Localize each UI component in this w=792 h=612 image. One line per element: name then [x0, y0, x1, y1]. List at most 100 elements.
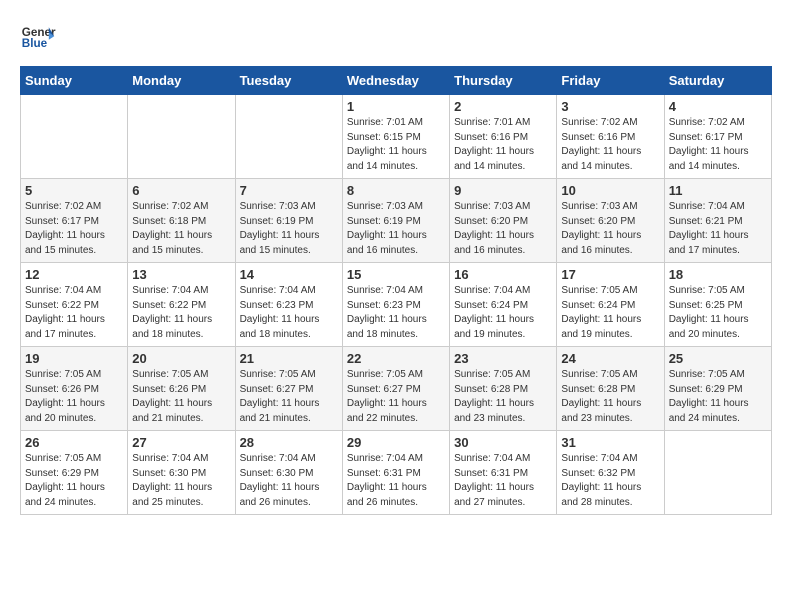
day-info: Sunrise: 7:04 AM Sunset: 6:21 PM Dayligh… — [669, 200, 767, 258]
day-number: 22 — [347, 351, 445, 366]
calendar-cell: 5 Sunrise: 7:02 AM Sunset: 6:17 PM Daylig… — [21, 179, 128, 263]
weekday-header: Wednesday — [342, 67, 449, 95]
day-number: 20 — [132, 351, 230, 366]
day-info: Sunrise: 7:03 AM Sunset: 6:20 PM Dayligh… — [454, 200, 552, 258]
calendar-cell: 8 Sunrise: 7:03 AM Sunset: 6:19 PM Daylig… — [342, 179, 449, 263]
calendar-cell: 25 Sunrise: 7:05 AM Sunset: 6:29 PM Dayli… — [664, 347, 771, 431]
calendar-cell: 10 Sunrise: 7:03 AM Sunset: 6:20 PM Dayli… — [557, 179, 664, 263]
day-number: 10 — [561, 183, 659, 198]
day-info: Sunrise: 7:01 AM Sunset: 6:16 PM Dayligh… — [454, 116, 552, 174]
day-number: 4 — [669, 99, 767, 114]
calendar-cell: 28 Sunrise: 7:04 AM Sunset: 6:30 PM Dayli… — [235, 431, 342, 515]
calendar-cell: 12 Sunrise: 7:04 AM Sunset: 6:22 PM Dayli… — [21, 263, 128, 347]
day-number: 18 — [669, 267, 767, 282]
calendar-cell: 3Sunrise: 7:02 AM Sunset: 6:16 PM Daylig… — [557, 95, 664, 179]
day-number: 8 — [347, 183, 445, 198]
day-info: Sunrise: 7:05 AM Sunset: 6:27 PM Dayligh… — [240, 368, 338, 426]
day-info: Sunrise: 7:01 AM Sunset: 6:15 PM Dayligh… — [347, 116, 445, 174]
day-info: Sunrise: 7:05 AM Sunset: 6:28 PM Dayligh… — [454, 368, 552, 426]
day-number: 15 — [347, 267, 445, 282]
weekday-header: Tuesday — [235, 67, 342, 95]
calendar-cell — [235, 95, 342, 179]
calendar-cell: 19 Sunrise: 7:05 AM Sunset: 6:26 PM Dayli… — [21, 347, 128, 431]
calendar-cell — [664, 431, 771, 515]
day-info: Sunrise: 7:04 AM Sunset: 6:22 PM Dayligh… — [132, 284, 230, 342]
day-number: 5 — [25, 183, 123, 198]
day-info: Sunrise: 7:04 AM Sunset: 6:31 PM Dayligh… — [454, 452, 552, 510]
day-number: 7 — [240, 183, 338, 198]
calendar-cell: 27 Sunrise: 7:04 AM Sunset: 6:30 PM Dayli… — [128, 431, 235, 515]
calendar-cell: 16 Sunrise: 7:04 AM Sunset: 6:24 PM Dayli… — [450, 263, 557, 347]
day-number: 2 — [454, 99, 552, 114]
day-info: Sunrise: 7:05 AM Sunset: 6:26 PM Dayligh… — [25, 368, 123, 426]
day-number: 21 — [240, 351, 338, 366]
calendar-week-row: 1 Sunrise: 7:01 AM Sunset: 6:15 PM Daylig… — [21, 95, 772, 179]
day-number: 13 — [132, 267, 230, 282]
calendar-cell: 14Sunrise: 7:04 AM Sunset: 6:23 PM Dayli… — [235, 263, 342, 347]
calendar-cell: 31Sunrise: 7:04 AM Sunset: 6:32 PM Dayli… — [557, 431, 664, 515]
calendar-cell: 2 Sunrise: 7:01 AM Sunset: 6:16 PM Daylig… — [450, 95, 557, 179]
day-info: Sunrise: 7:05 AM Sunset: 6:26 PM Dayligh… — [132, 368, 230, 426]
day-number: 12 — [25, 267, 123, 282]
calendar-cell: 1 Sunrise: 7:01 AM Sunset: 6:15 PM Daylig… — [342, 95, 449, 179]
calendar-cell: 29 Sunrise: 7:04 AM Sunset: 6:31 PM Dayli… — [342, 431, 449, 515]
day-number: 26 — [25, 435, 123, 450]
day-number: 27 — [132, 435, 230, 450]
day-info: Sunrise: 7:05 AM Sunset: 6:25 PM Dayligh… — [669, 284, 767, 342]
day-info: Sunrise: 7:04 AM Sunset: 6:30 PM Dayligh… — [240, 452, 338, 510]
day-info: Sunrise: 7:03 AM Sunset: 6:19 PM Dayligh… — [347, 200, 445, 258]
calendar-cell: 20 Sunrise: 7:05 AM Sunset: 6:26 PM Dayli… — [128, 347, 235, 431]
weekday-header: Saturday — [664, 67, 771, 95]
day-number: 9 — [454, 183, 552, 198]
weekday-header: Monday — [128, 67, 235, 95]
day-number: 11 — [669, 183, 767, 198]
calendar-cell: 13 Sunrise: 7:04 AM Sunset: 6:22 PM Dayli… — [128, 263, 235, 347]
day-number: 17 — [561, 267, 659, 282]
day-number: 25 — [669, 351, 767, 366]
calendar-cell: 30 Sunrise: 7:04 AM Sunset: 6:31 PM Dayli… — [450, 431, 557, 515]
calendar-cell: 26 Sunrise: 7:05 AM Sunset: 6:29 PM Dayli… — [21, 431, 128, 515]
weekday-header: Friday — [557, 67, 664, 95]
day-number: 16 — [454, 267, 552, 282]
day-info: Sunrise: 7:04 AM Sunset: 6:30 PM Dayligh… — [132, 452, 230, 510]
day-number: 28 — [240, 435, 338, 450]
day-info: Sunrise: 7:05 AM Sunset: 6:24 PM Dayligh… — [561, 284, 659, 342]
day-info: Sunrise: 7:02 AM Sunset: 6:17 PM Dayligh… — [25, 200, 123, 258]
calendar-cell: 24Sunrise: 7:05 AM Sunset: 6:28 PM Dayli… — [557, 347, 664, 431]
calendar-week-row: 12 Sunrise: 7:04 AM Sunset: 6:22 PM Dayli… — [21, 263, 772, 347]
day-info: Sunrise: 7:02 AM Sunset: 6:18 PM Dayligh… — [132, 200, 230, 258]
calendar-cell: 4 Sunrise: 7:02 AM Sunset: 6:17 PM Daylig… — [664, 95, 771, 179]
day-info: Sunrise: 7:04 AM Sunset: 6:31 PM Dayligh… — [347, 452, 445, 510]
logo-icon: General Blue — [20, 20, 56, 56]
logo: General Blue — [20, 20, 56, 56]
calendar-cell: 21 Sunrise: 7:05 AM Sunset: 6:27 PM Dayli… — [235, 347, 342, 431]
day-info: Sunrise: 7:05 AM Sunset: 6:29 PM Dayligh… — [669, 368, 767, 426]
day-info: Sunrise: 7:05 AM Sunset: 6:27 PM Dayligh… — [347, 368, 445, 426]
day-info: Sunrise: 7:05 AM Sunset: 6:29 PM Dayligh… — [25, 452, 123, 510]
day-info: Sunrise: 7:04 AM Sunset: 6:23 PM Dayligh… — [347, 284, 445, 342]
day-number: 24 — [561, 351, 659, 366]
day-number: 1 — [347, 99, 445, 114]
calendar-cell: 23Sunrise: 7:05 AM Sunset: 6:28 PM Dayli… — [450, 347, 557, 431]
weekday-header: Sunday — [21, 67, 128, 95]
day-number: 19 — [25, 351, 123, 366]
day-number: 29 — [347, 435, 445, 450]
day-info: Sunrise: 7:04 AM Sunset: 6:24 PM Dayligh… — [454, 284, 552, 342]
day-info: Sunrise: 7:04 AM Sunset: 6:32 PM Dayligh… — [561, 452, 659, 510]
weekday-header: Thursday — [450, 67, 557, 95]
calendar-week-row: 26 Sunrise: 7:05 AM Sunset: 6:29 PM Dayli… — [21, 431, 772, 515]
day-info: Sunrise: 7:03 AM Sunset: 6:20 PM Dayligh… — [561, 200, 659, 258]
day-info: Sunrise: 7:02 AM Sunset: 6:17 PM Dayligh… — [669, 116, 767, 174]
calendar-cell — [128, 95, 235, 179]
day-number: 6 — [132, 183, 230, 198]
day-info: Sunrise: 7:04 AM Sunset: 6:22 PM Dayligh… — [25, 284, 123, 342]
weekday-header-row: SundayMondayTuesdayWednesdayThursdayFrid… — [21, 67, 772, 95]
day-number: 14 — [240, 267, 338, 282]
svg-text:Blue: Blue — [22, 37, 48, 50]
calendar-cell: 11 Sunrise: 7:04 AM Sunset: 6:21 PM Dayli… — [664, 179, 771, 263]
day-number: 30 — [454, 435, 552, 450]
calendar-cell: 6 Sunrise: 7:02 AM Sunset: 6:18 PM Daylig… — [128, 179, 235, 263]
calendar-table: SundayMondayTuesdayWednesdayThursdayFrid… — [20, 66, 772, 515]
page-header: General Blue — [20, 20, 772, 56]
calendar-cell: 22 Sunrise: 7:05 AM Sunset: 6:27 PM Dayli… — [342, 347, 449, 431]
